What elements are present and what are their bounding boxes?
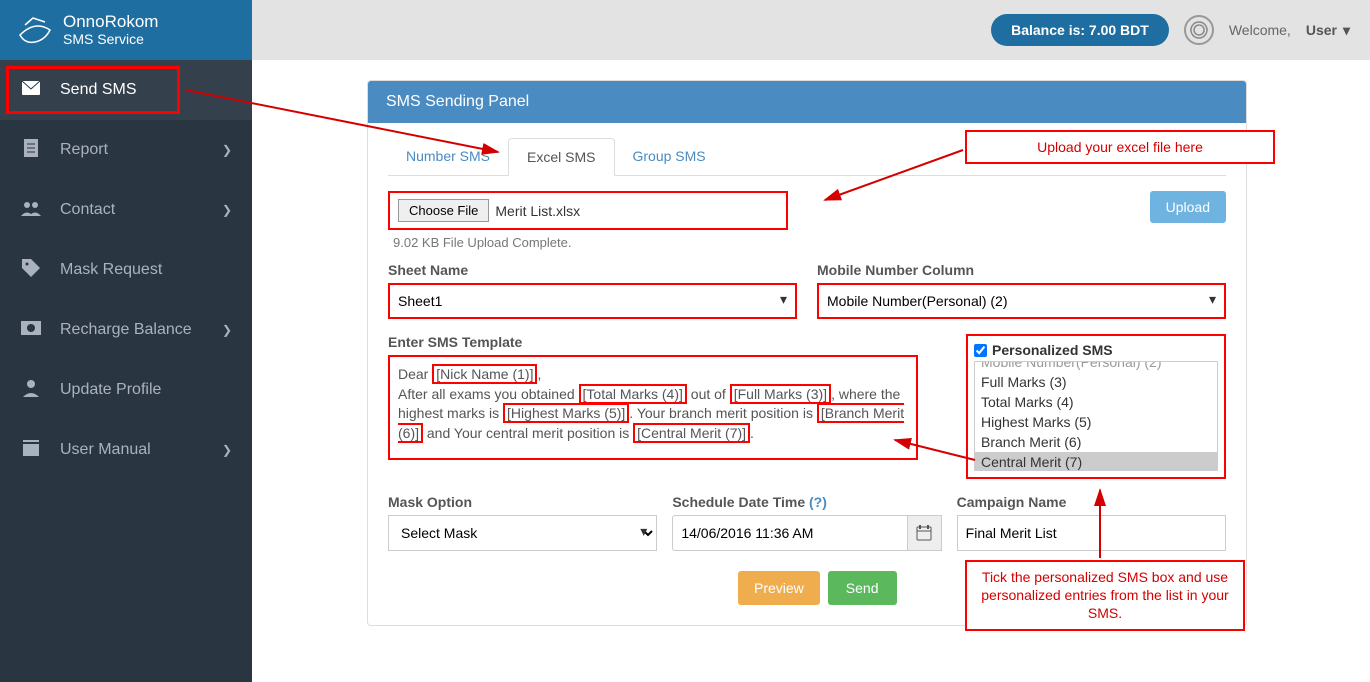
chevron-right-icon: ❯ xyxy=(222,143,232,157)
sidebar-item-label: Mask Request xyxy=(60,261,162,279)
template-label: Enter SMS Template xyxy=(388,334,951,350)
sidebar-item-recharge-balance[interactable]: Recharge Balance ❯ xyxy=(0,300,252,360)
campaign-input[interactable] xyxy=(957,515,1226,551)
sidebar-item-label: Report xyxy=(60,141,108,159)
token-nickname: [Nick Name (1)] xyxy=(432,364,537,384)
tab-number-sms[interactable]: Number SMS xyxy=(388,138,508,175)
sidebar-item-label: Update Profile xyxy=(60,381,161,399)
chevron-right-icon: ❯ xyxy=(222,323,232,337)
sidebar-item-label: User Manual xyxy=(60,441,151,459)
schedule-input[interactable] xyxy=(672,515,907,551)
welcome-text: Welcome, xyxy=(1229,22,1291,38)
list-item[interactable]: Branch Merit (6) xyxy=(975,432,1217,452)
swirl-icon xyxy=(1189,20,1209,40)
token-total: [Total Marks (4)] xyxy=(579,384,687,404)
sheet-name-label: Sheet Name xyxy=(388,262,797,278)
caret-down-icon: ▾ xyxy=(1343,22,1350,39)
personalized-checkbox[interactable] xyxy=(974,344,987,357)
logo-icon xyxy=(15,10,55,50)
list-item[interactable]: Central Merit (7) xyxy=(975,452,1217,471)
tags-icon xyxy=(20,259,42,282)
list-item[interactable]: Full Marks (3) xyxy=(975,372,1217,392)
token-full: [Full Marks (3)] xyxy=(730,384,831,404)
sidebar-item-contact[interactable]: Contact ❯ xyxy=(0,180,252,240)
token-highest: [Highest Marks (5)] xyxy=(503,403,629,423)
brand-logo[interactable]: OnnoRokom SMS Service xyxy=(0,0,252,60)
mobile-column-label: Mobile Number Column xyxy=(817,262,1226,278)
user-icon xyxy=(20,379,42,402)
panel-title: SMS Sending Panel xyxy=(368,81,1246,123)
balance-pill: Balance is: 7.00 BDT xyxy=(991,14,1169,46)
personalized-box: Personalized SMS Mobile Number(Personal)… xyxy=(966,334,1226,479)
sidebar-item-report[interactable]: Report ❯ xyxy=(0,120,252,180)
chevron-right-icon: ❯ xyxy=(222,203,232,217)
annotation-upload: Upload your excel file here xyxy=(965,130,1275,164)
list-item[interactable]: Highest Marks (5) xyxy=(975,412,1217,432)
token-central: [Central Merit (7)] xyxy=(633,423,750,443)
calendar-button[interactable] xyxy=(907,515,942,551)
sidebar-item-label: Contact xyxy=(60,201,115,219)
sms-template-input[interactable]: Dear [Nick Name (1)], After all exams yo… xyxy=(388,355,918,460)
personalized-list[interactable]: Mobile Number(Personal) (2)Full Marks (3… xyxy=(974,361,1218,471)
calendar-icon xyxy=(916,525,932,541)
brand-line1: OnnoRokom xyxy=(63,13,158,32)
file-picker[interactable]: Choose File Merit List.xlsx xyxy=(388,191,788,230)
sidebar-item-mask-request[interactable]: Mask Request xyxy=(0,240,252,300)
envelope-icon xyxy=(20,81,42,100)
chevron-right-icon: ❯ xyxy=(222,443,232,457)
users-icon xyxy=(20,200,42,221)
mobile-column-select[interactable]: Mobile Number(Personal) (2) xyxy=(817,283,1226,319)
sidebar: Send SMS Report ❯ Contact ❯ Mask Request Recha… xyxy=(0,60,252,682)
mask-select[interactable]: Select Mask xyxy=(388,515,657,551)
user-name: User xyxy=(1306,22,1337,38)
money-icon xyxy=(20,321,42,340)
personalized-label: Personalized SMS xyxy=(992,342,1113,358)
choose-file-button[interactable]: Choose File xyxy=(398,199,489,222)
avatar[interactable] xyxy=(1184,15,1214,45)
book-icon xyxy=(20,440,42,461)
tab-group-sms[interactable]: Group SMS xyxy=(615,138,724,175)
upload-status: 9.02 KB File Upload Complete. xyxy=(388,235,1226,250)
brand-line2: SMS Service xyxy=(63,32,158,47)
send-button[interactable]: Send xyxy=(828,571,897,605)
list-item[interactable]: Total Marks (4) xyxy=(975,392,1217,412)
list-item[interactable]: Mobile Number(Personal) (2) xyxy=(975,361,1217,372)
annotation-personalized: Tick the personalized SMS box and use pe… xyxy=(965,560,1245,631)
sidebar-item-send-sms[interactable]: Send SMS xyxy=(0,60,252,120)
sidebar-item-label: Send SMS xyxy=(60,81,136,99)
campaign-label: Campaign Name xyxy=(957,494,1226,510)
mask-label: Mask Option xyxy=(388,494,657,510)
user-menu[interactable]: User ▾ xyxy=(1306,22,1350,39)
tab-excel-sms[interactable]: Excel SMS xyxy=(508,138,614,176)
file-name: Merit List.xlsx xyxy=(495,203,580,219)
sidebar-item-user-manual[interactable]: User Manual ❯ xyxy=(0,420,252,480)
file-icon xyxy=(20,139,42,162)
schedule-label: Schedule Date Time (?) xyxy=(672,494,941,510)
sheet-name-select[interactable]: Sheet1 xyxy=(388,283,797,319)
upload-button[interactable]: Upload xyxy=(1150,191,1226,223)
sidebar-item-label: Recharge Balance xyxy=(60,321,192,339)
sidebar-item-update-profile[interactable]: Update Profile xyxy=(0,360,252,420)
preview-button[interactable]: Preview xyxy=(738,571,820,605)
